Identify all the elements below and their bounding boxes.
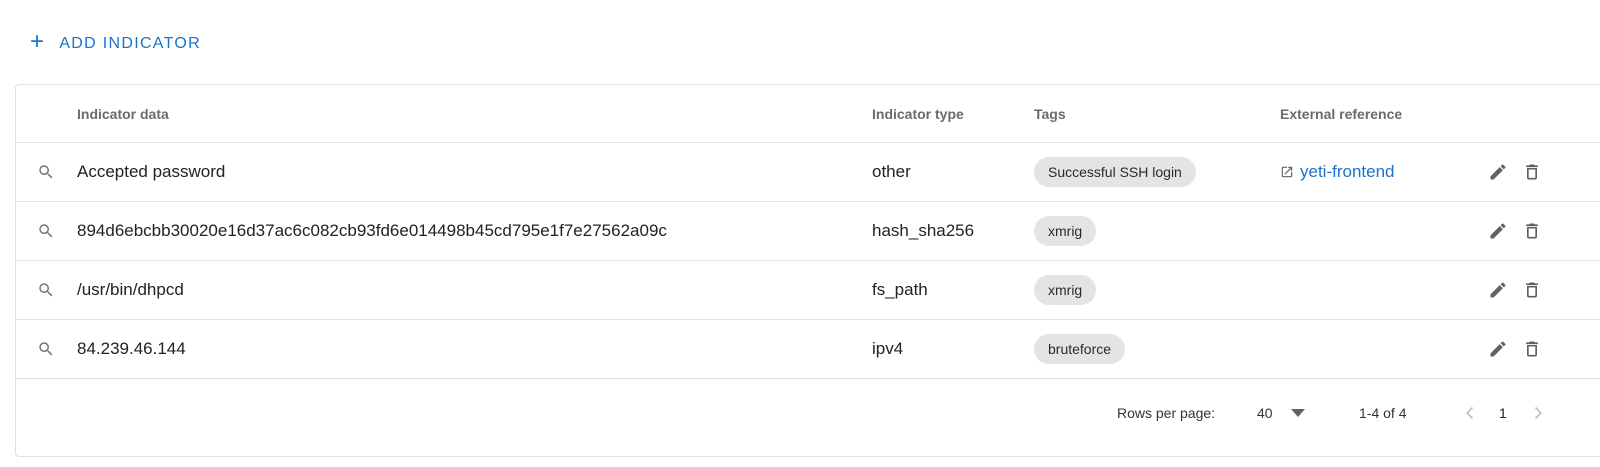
header-external-reference: External reference [1280, 105, 1403, 122]
rows-per-page-value: 40 [1257, 405, 1273, 421]
edit-icon[interactable] [1488, 280, 1508, 300]
indicator-data-cell: 894d6ebcbb30020e16d37ac6c082cb93fd6e0144… [77, 221, 667, 240]
indicator-type-cell: ipv4 [872, 339, 904, 358]
table-row: 894d6ebcbb30020e16d37ac6c082cb93fd6e0144… [16, 202, 1600, 261]
add-indicator-label: ADD INDICATOR [59, 34, 201, 52]
indicator-type-cell: fs_path [872, 280, 928, 299]
indicator-type-cell: hash_sha256 [872, 221, 975, 240]
indicator-data-cell: 84.239.46.144 [77, 339, 186, 358]
tag-chip[interactable]: xmrig [1034, 216, 1097, 246]
tag-chip[interactable]: xmrig [1034, 275, 1097, 305]
rows-per-page-select[interactable]: 40 [1257, 405, 1305, 421]
header-indicator-type: Indicator type [872, 105, 964, 122]
edit-icon[interactable] [1488, 339, 1508, 359]
current-page-number: 1 [1499, 405, 1507, 421]
add-indicator-button[interactable]: + ADD INDICATOR [30, 28, 201, 55]
external-link-icon [1281, 166, 1293, 178]
table-row: Accepted password other Successful SSH l… [16, 143, 1600, 202]
trash-icon[interactable] [1522, 221, 1542, 241]
dropdown-arrow-icon [1290, 409, 1305, 417]
edit-icon[interactable] [1488, 162, 1508, 182]
tags-cell: bruteforce [1034, 334, 1126, 364]
indicators-table: Indicator data Indicator type Tags Exter… [15, 84, 1600, 457]
trash-icon[interactable] [1522, 280, 1542, 300]
chevron-left-icon[interactable] [1462, 405, 1478, 421]
search-icon[interactable] [37, 163, 55, 181]
header-indicator-data: Indicator data [77, 105, 169, 122]
table-row: /usr/bin/dhpcd fs_path xmrig [16, 261, 1600, 320]
table-header: Indicator data Indicator type Tags Exter… [16, 85, 1600, 143]
rows-per-page-label: Rows per page: [1117, 405, 1216, 421]
chevron-right-icon[interactable] [1530, 405, 1546, 421]
tag-chip[interactable]: bruteforce [1034, 334, 1126, 364]
tags-cell: xmrig [1034, 216, 1097, 246]
search-icon[interactable] [37, 222, 55, 240]
indicator-data-cell: Accepted password [77, 162, 226, 181]
edit-icon[interactable] [1488, 221, 1508, 241]
search-icon[interactable] [37, 340, 55, 358]
search-icon[interactable] [37, 281, 55, 299]
header-tags: Tags [1034, 105, 1066, 122]
table-row: 84.239.46.144 ipv4 bruteforce [16, 320, 1600, 379]
external-reference-cell: yeti-frontend [1280, 162, 1395, 182]
plus-icon: + [30, 28, 46, 55]
pagination-bar: Rows per page: 40 1-4 of 4 1 [16, 377, 1600, 449]
tag-chip[interactable]: Successful SSH login [1034, 157, 1196, 187]
tags-cell: xmrig [1034, 275, 1097, 305]
trash-icon[interactable] [1522, 162, 1542, 182]
pagination-range: 1-4 of 4 [1359, 405, 1407, 421]
trash-icon[interactable] [1522, 339, 1542, 359]
tags-cell: Successful SSH login [1034, 157, 1196, 187]
indicator-type-cell: other [872, 162, 911, 181]
indicator-data-cell: /usr/bin/dhpcd [77, 280, 184, 299]
external-reference-link[interactable]: yeti-frontend [1300, 162, 1395, 182]
